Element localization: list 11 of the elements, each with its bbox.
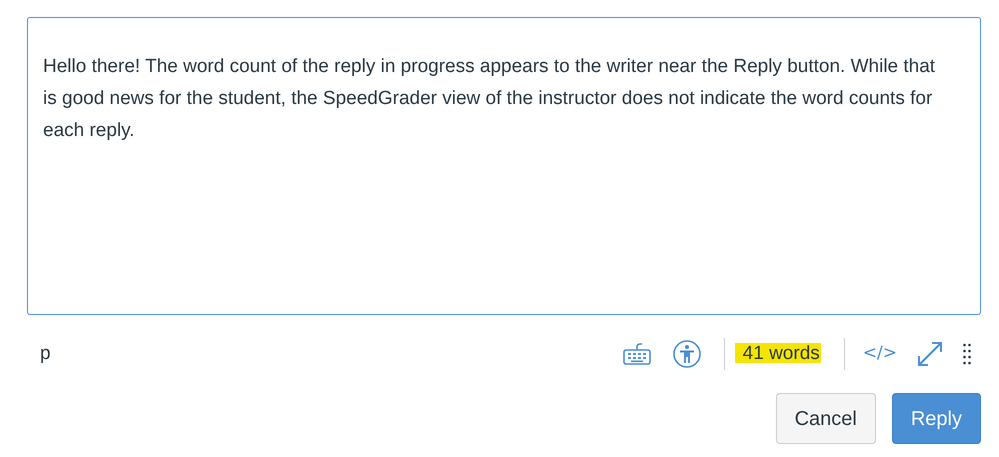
fullscreen-icon[interactable]	[915, 339, 945, 369]
accessibility-icon[interactable]	[672, 339, 702, 369]
html-editor-toggle[interactable]: </>	[862, 341, 897, 367]
cancel-button[interactable]: Cancel	[776, 393, 876, 444]
reply-text: Hello there! The word count of the reply in progress appears to the writer near the Reply button. While that is good news for the student, the SpeedGrader view of the instructor does not indicate the word counts for each reply.	[43, 55, 936, 143]
element-path: p	[40, 342, 51, 366]
keyboard-icon[interactable]	[622, 342, 652, 366]
drag-handle-icon[interactable]	[963, 343, 971, 365]
word-count: 41 words	[742, 342, 821, 364]
editor-area[interactable]	[27, 17, 981, 315]
reply-button[interactable]: Reply	[892, 393, 981, 444]
